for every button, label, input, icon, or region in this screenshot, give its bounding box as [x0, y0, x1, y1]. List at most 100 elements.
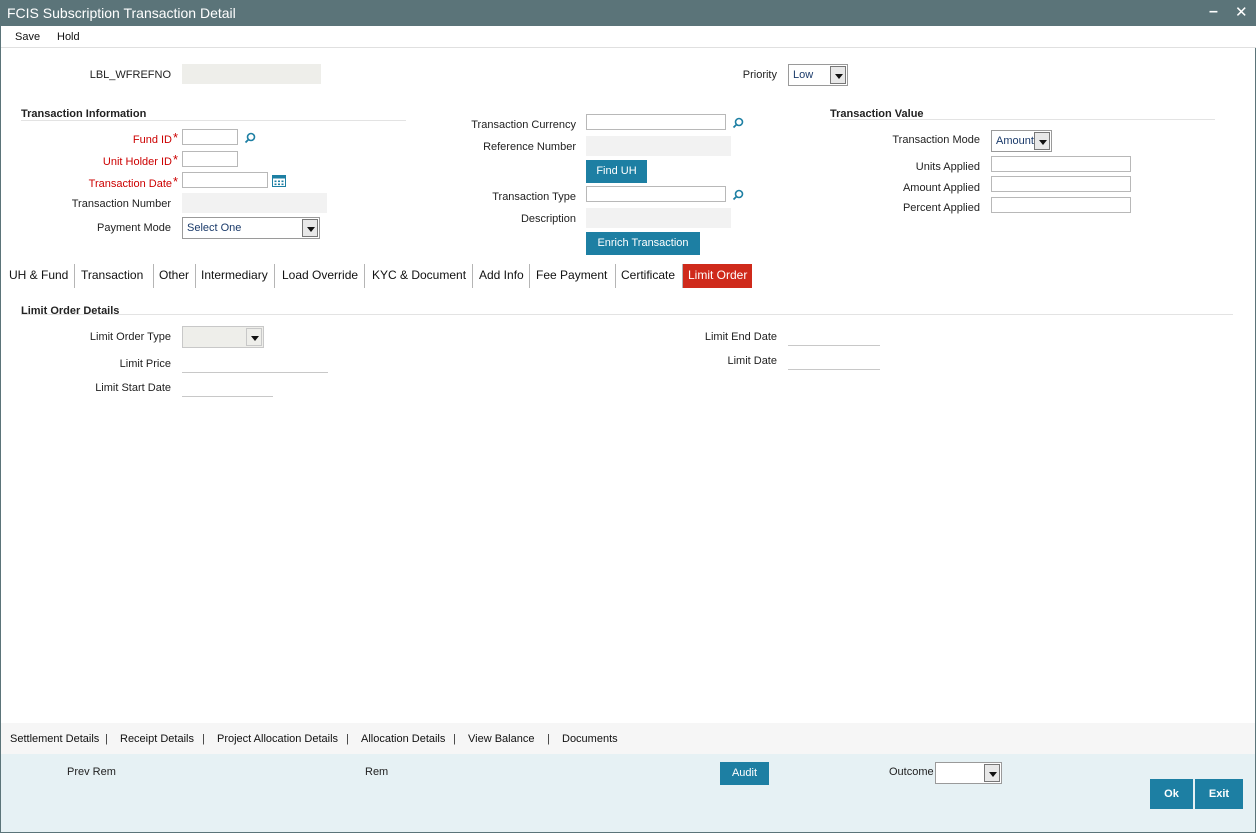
- wfrefno-label: LBL_WFREFNO: [89, 69, 171, 81]
- transaction-window: FCIS Subscription Transaction Detail – ✕…: [0, 0, 1256, 833]
- wfrefno-field[interactable]: [182, 64, 321, 84]
- menu-hold[interactable]: Hold: [57, 31, 80, 43]
- project-allocation-details-link[interactable]: Project Allocation Details: [217, 733, 338, 745]
- prev-rem-label: Prev Rem: [67, 766, 116, 778]
- description-field: [586, 208, 731, 228]
- amount-applied-input[interactable]: [991, 176, 1131, 192]
- fund-id-input[interactable]: [182, 129, 238, 145]
- search-icon[interactable]: [732, 117, 744, 129]
- tab-fee-payment[interactable]: Fee Payment: [536, 264, 616, 288]
- limit-start-date-label: Limit Start Date: [95, 382, 171, 394]
- limit-order-details-title: Limit Order Details: [21, 305, 120, 317]
- settlement-details-link[interactable]: Settlement Details: [10, 733, 99, 745]
- transaction-information-title: Transaction Information: [21, 108, 147, 120]
- ok-button[interactable]: Ok: [1150, 779, 1193, 809]
- limit-end-date-label: Limit End Date: [704, 331, 777, 343]
- unit-holder-id-input[interactable]: [182, 151, 238, 167]
- tab-certificate[interactable]: Certificate: [621, 264, 683, 288]
- payment-mode-value: Select One: [187, 222, 242, 234]
- view-balance-link[interactable]: View Balance: [468, 733, 534, 745]
- link-separator: |: [202, 733, 205, 745]
- rem-label: Rem: [365, 766, 389, 778]
- search-icon[interactable]: [244, 132, 256, 144]
- chevron-down-icon[interactable]: [302, 219, 318, 237]
- unit-holder-id-label: Unit Holder ID: [102, 156, 172, 168]
- fund-id-label: Fund ID: [132, 134, 172, 146]
- description-label: Description: [520, 213, 576, 225]
- limit-price-input[interactable]: [182, 357, 328, 373]
- chevron-down-icon[interactable]: [246, 328, 262, 346]
- chevron-down-icon[interactable]: [984, 764, 1000, 782]
- bottom-action-bar: Prev Rem Rem Audit Outcome Ok Exit: [1, 754, 1255, 832]
- allocation-details-link[interactable]: Allocation Details: [361, 733, 445, 745]
- calendar-icon[interactable]: [272, 175, 286, 187]
- transaction-date-input[interactable]: [182, 172, 268, 188]
- transaction-number-field: [182, 193, 327, 213]
- units-applied-label: Units Applied: [915, 161, 980, 173]
- tab-uh-fund[interactable]: UH & Fund: [9, 264, 75, 288]
- minimize-button[interactable]: –: [1209, 3, 1218, 21]
- priority-select[interactable]: Low: [788, 64, 848, 86]
- limit-order-type-select[interactable]: [182, 326, 264, 348]
- required-marker: *: [173, 130, 179, 145]
- find-uh-button[interactable]: Find UH: [586, 160, 647, 183]
- link-separator: |: [453, 733, 456, 745]
- menu-bar: Save Hold: [1, 26, 1256, 48]
- required-marker: *: [173, 152, 179, 167]
- required-marker: *: [173, 174, 179, 189]
- tab-load-override[interactable]: Load Override: [282, 264, 365, 288]
- section-divider: [830, 119, 1215, 120]
- priority-label: Priority: [742, 69, 777, 81]
- limit-start-date-input[interactable]: [182, 381, 273, 397]
- tab-other[interactable]: Other: [159, 264, 196, 288]
- link-separator: |: [346, 733, 349, 745]
- transaction-mode-select[interactable]: Amount: [991, 130, 1052, 152]
- reference-number-field: [586, 136, 731, 156]
- outcome-select[interactable]: [935, 762, 1002, 784]
- title-bar: FCIS Subscription Transaction Detail – ✕: [1, 1, 1256, 26]
- payment-mode-select[interactable]: Select One: [182, 217, 320, 239]
- tab-add-info[interactable]: Add Info: [479, 264, 530, 288]
- section-divider: [21, 120, 406, 121]
- tab-transaction[interactable]: Transaction: [81, 264, 154, 288]
- exit-button[interactable]: Exit: [1195, 779, 1243, 809]
- limit-end-date-input[interactable]: [788, 330, 880, 346]
- tab-kyc-document[interactable]: KYC & Document: [372, 264, 473, 288]
- transaction-type-input[interactable]: [586, 186, 726, 202]
- percent-applied-label: Percent Applied: [902, 202, 980, 214]
- transaction-date-label: Transaction Date: [88, 178, 172, 190]
- limit-price-label: Limit Price: [119, 358, 171, 370]
- transaction-type-label: Transaction Type: [492, 191, 576, 203]
- priority-value: Low: [793, 69, 814, 81]
- transaction-currency-label: Transaction Currency: [471, 119, 576, 131]
- transaction-currency-input[interactable]: [586, 114, 726, 130]
- limit-order-type-label: Limit Order Type: [89, 331, 171, 343]
- reference-number-label: Reference Number: [483, 141, 576, 153]
- limit-date-input[interactable]: [788, 354, 880, 370]
- enrich-transaction-button[interactable]: Enrich Transaction: [586, 232, 700, 255]
- chevron-down-icon[interactable]: [830, 66, 846, 84]
- menu-save[interactable]: Save: [15, 31, 40, 43]
- footer-links-bar: Settlement Details | Receipt Details | P…: [1, 723, 1255, 754]
- transaction-mode-value: Amount: [996, 135, 1034, 147]
- link-separator: |: [547, 733, 550, 745]
- section-divider: [21, 314, 1233, 315]
- outcome-label: Outcome: [889, 766, 934, 778]
- payment-mode-label: Payment Mode: [97, 222, 171, 234]
- close-button[interactable]: ✕: [1235, 3, 1248, 21]
- transaction-mode-label: Transaction Mode: [892, 134, 980, 146]
- audit-button[interactable]: Audit: [720, 762, 769, 785]
- transaction-number-label: Transaction Number: [71, 198, 171, 210]
- link-separator: |: [105, 733, 108, 745]
- tab-intermediary[interactable]: Intermediary: [201, 264, 275, 288]
- window-title: FCIS Subscription Transaction Detail: [7, 5, 236, 21]
- receipt-details-link[interactable]: Receipt Details: [120, 733, 194, 745]
- units-applied-input[interactable]: [991, 156, 1131, 172]
- chevron-down-icon[interactable]: [1034, 132, 1050, 150]
- amount-applied-label: Amount Applied: [902, 182, 980, 194]
- documents-link[interactable]: Documents: [562, 733, 618, 745]
- limit-date-label: Limit Date: [727, 355, 777, 367]
- percent-applied-input[interactable]: [991, 197, 1131, 213]
- search-icon[interactable]: [732, 189, 744, 201]
- tab-limit-order[interactable]: Limit Order: [683, 264, 753, 288]
